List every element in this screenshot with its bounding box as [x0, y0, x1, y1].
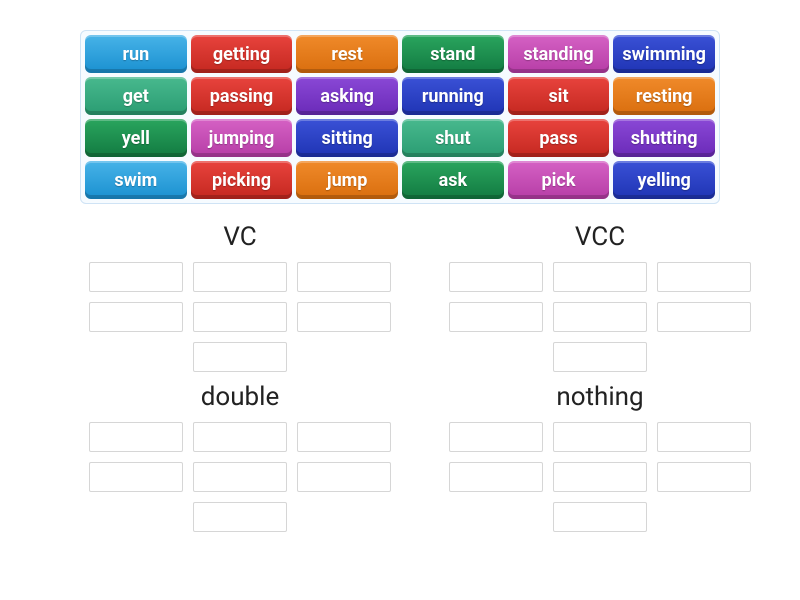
category-group: double: [80, 382, 400, 532]
drop-slot[interactable]: [657, 302, 751, 332]
word-tile[interactable]: rest: [296, 35, 398, 73]
drop-slot[interactable]: [553, 302, 647, 332]
word-tile[interactable]: yell: [85, 119, 187, 157]
word-tile[interactable]: jump: [296, 161, 398, 199]
drop-slot[interactable]: [297, 422, 391, 452]
word-tile[interactable]: standing: [508, 35, 610, 73]
drop-slot[interactable]: [297, 462, 391, 492]
word-tile[interactable]: pick: [508, 161, 610, 199]
word-tile[interactable]: running: [402, 77, 504, 115]
word-tile[interactable]: asking: [296, 77, 398, 115]
category-slots: [440, 262, 760, 372]
drop-slot[interactable]: [193, 502, 287, 532]
drop-slot[interactable]: [89, 262, 183, 292]
word-tile[interactable]: resting: [613, 77, 715, 115]
drop-slot[interactable]: [449, 422, 543, 452]
drop-slot[interactable]: [553, 462, 647, 492]
category-title: double: [201, 382, 280, 412]
drop-slot[interactable]: [89, 422, 183, 452]
drop-slot[interactable]: [553, 502, 647, 532]
drop-slot[interactable]: [297, 262, 391, 292]
drop-slot[interactable]: [193, 342, 287, 372]
word-tile[interactable]: sitting: [296, 119, 398, 157]
category-slots: [80, 262, 400, 372]
stage: rungettingreststandstandingswimminggetpa…: [0, 0, 800, 532]
drop-slot[interactable]: [657, 462, 751, 492]
drop-slot[interactable]: [89, 302, 183, 332]
word-tile[interactable]: pass: [508, 119, 610, 157]
drop-slot[interactable]: [193, 302, 287, 332]
drop-slot[interactable]: [449, 462, 543, 492]
word-tile[interactable]: get: [85, 77, 187, 115]
drop-slot[interactable]: [657, 262, 751, 292]
word-tile[interactable]: shut: [402, 119, 504, 157]
word-tile[interactable]: getting: [191, 35, 293, 73]
drop-slot[interactable]: [449, 302, 543, 332]
word-tile[interactable]: shutting: [613, 119, 715, 157]
category-title: VCC: [575, 222, 625, 252]
category-title: VC: [223, 222, 256, 252]
drop-slot[interactable]: [89, 462, 183, 492]
drop-slot[interactable]: [193, 462, 287, 492]
category-title: nothing: [556, 382, 643, 412]
word-tile[interactable]: yelling: [613, 161, 715, 199]
drop-slot[interactable]: [193, 422, 287, 452]
category-group: VC: [80, 222, 400, 372]
category-group: nothing: [440, 382, 760, 532]
tiles-panel: rungettingreststandstandingswimminggetpa…: [80, 30, 720, 204]
drop-slot[interactable]: [449, 262, 543, 292]
word-tile[interactable]: picking: [191, 161, 293, 199]
word-tile[interactable]: swimming: [613, 35, 715, 73]
word-tile[interactable]: jumping: [191, 119, 293, 157]
drop-slot[interactable]: [553, 422, 647, 452]
drop-slot[interactable]: [297, 302, 391, 332]
word-tile[interactable]: passing: [191, 77, 293, 115]
category-slots: [440, 422, 760, 532]
word-tile[interactable]: swim: [85, 161, 187, 199]
drop-slot[interactable]: [193, 262, 287, 292]
drop-slot[interactable]: [553, 262, 647, 292]
drop-slot[interactable]: [657, 422, 751, 452]
word-tile[interactable]: ask: [402, 161, 504, 199]
word-tile[interactable]: run: [85, 35, 187, 73]
drop-slot[interactable]: [553, 342, 647, 372]
categories-area: VC VCC double nothing: [80, 222, 720, 532]
category-slots: [80, 422, 400, 532]
word-tile[interactable]: sit: [508, 77, 610, 115]
category-group: VCC: [440, 222, 760, 372]
word-tile[interactable]: stand: [402, 35, 504, 73]
